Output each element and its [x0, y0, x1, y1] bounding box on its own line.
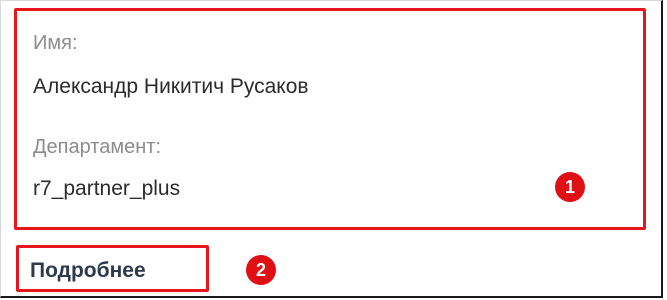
annotation-marker-1: 1: [555, 172, 585, 202]
department-label: Департамент:: [33, 136, 161, 158]
more-details-link[interactable]: Подробнее: [30, 260, 146, 281]
name-label: Имя:: [33, 32, 78, 54]
annotation-marker-2: 2: [246, 255, 276, 285]
name-value: Александр Никитич Русаков: [33, 75, 309, 98]
department-value: r7_partner_plus: [33, 177, 181, 200]
